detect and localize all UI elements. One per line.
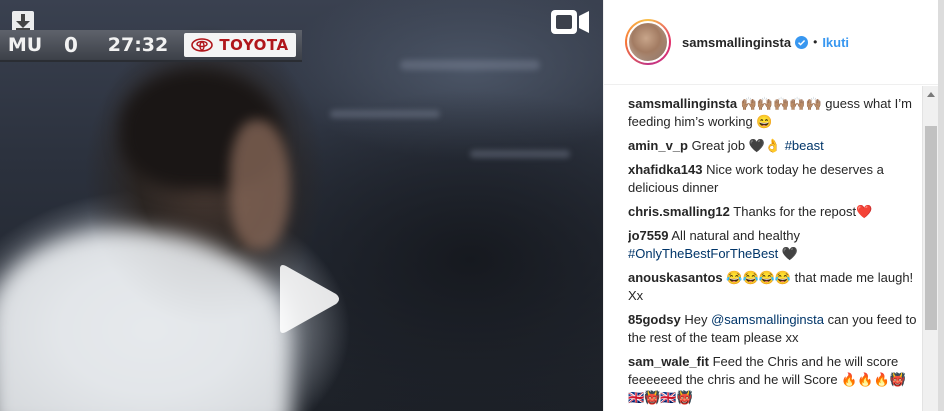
comment: anouskasantos 😂😂😂😂 that made me laugh! X…: [628, 269, 920, 305]
sponsor-label: TOYOTA: [219, 36, 289, 54]
scoreboard-clock: 27:32: [107, 34, 169, 56]
play-icon[interactable]: [272, 263, 342, 335]
comments-list: samsmallinginsta 🙌🏽🙌🏽🙌🏽🙌🏽🙌🏽 guess what I…: [628, 95, 920, 411]
scrollbar-thumb[interactable]: [925, 126, 937, 330]
follow-button[interactable]: Ikuti: [822, 35, 849, 50]
mention-link[interactable]: @samsmallinginsta: [711, 312, 824, 327]
post-side-panel: samsmallinginsta • Ikuti samsmallinginst…: [603, 0, 944, 411]
comment: xhafidka143 Nice work today he deserves …: [628, 161, 920, 197]
comments-scrollbar[interactable]: [922, 86, 939, 411]
comment-text: Great job 🖤👌: [691, 138, 785, 153]
comment-username[interactable]: anouskasantos: [628, 270, 723, 285]
hashtag-link[interactable]: #beast: [785, 138, 824, 153]
comment: samsmallinginsta 🙌🏽🙌🏽🙌🏽🙌🏽🙌🏽 guess what I…: [628, 95, 920, 131]
video-frame-face: [230, 120, 290, 250]
comment-username[interactable]: xhafidka143: [628, 162, 702, 177]
toyota-logo-icon: [191, 38, 214, 52]
scroll-up-arrow-icon[interactable]: [923, 86, 939, 102]
hashtag-link[interactable]: #OnlyTheBestForTheBest: [628, 246, 778, 261]
scoreboard-score: 0: [64, 33, 78, 57]
comment-text: All natural and healthy: [671, 228, 801, 243]
video-player[interactable]: MU 0 27:32 TOYOTA: [0, 0, 603, 411]
comment-username[interactable]: jo7559: [628, 228, 668, 243]
scoreboard-team: MU: [7, 34, 43, 56]
post-header: samsmallinginsta • Ikuti: [604, 0, 944, 85]
video-frame-blur: [470, 150, 570, 158]
comment-username[interactable]: chris.smalling12: [628, 204, 730, 219]
comment-text: Hey: [684, 312, 712, 327]
video-frame-blur: [330, 110, 440, 118]
comment: chris.smalling12 Thanks for the repost❤️: [628, 203, 920, 221]
verified-badge-icon: [795, 35, 809, 49]
video-frame-blur: [400, 60, 540, 70]
scoreboard: MU 0 27:32 TOYOTA: [0, 30, 302, 62]
avatar-image: [627, 21, 669, 63]
window-edge: [938, 0, 944, 411]
video-frame-shirt: [0, 230, 290, 411]
comment: 85godsy Hey @samsmallinginsta can you fe…: [628, 311, 920, 347]
comment: jo7559 All natural and healthy #OnlyTheB…: [628, 227, 920, 263]
comment-username[interactable]: 85godsy: [628, 312, 681, 327]
avatar[interactable]: [625, 19, 671, 65]
separator-dot: •: [813, 35, 818, 49]
comment-username[interactable]: sam_wale_fit: [628, 354, 709, 369]
comment-username[interactable]: samsmallinginsta: [628, 96, 737, 111]
video-camera-icon: [548, 6, 592, 38]
comment: amin_v_p Great job 🖤👌 #beast: [628, 137, 920, 155]
scoreboard-sponsor: TOYOTA: [184, 33, 296, 57]
comment-text: 🖤: [778, 246, 799, 261]
header-username[interactable]: samsmallinginsta: [682, 35, 791, 50]
comment-text: Thanks for the repost❤️: [733, 204, 873, 219]
comment: sam_wale_fit Feed the Chris and he will …: [628, 353, 920, 407]
comment-username[interactable]: amin_v_p: [628, 138, 688, 153]
